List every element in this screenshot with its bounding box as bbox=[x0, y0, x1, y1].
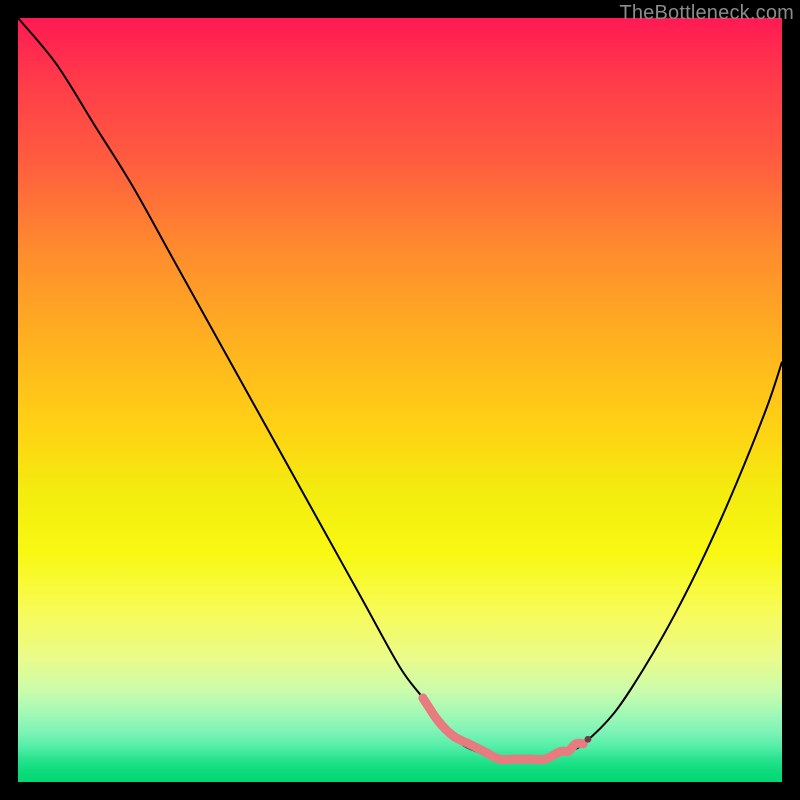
curve-group bbox=[18, 18, 782, 760]
bottleneck-curve bbox=[18, 18, 782, 760]
watermark-text: TheBottleneck.com bbox=[619, 2, 794, 25]
chart-stage: TheBottleneck.com bbox=[0, 0, 800, 800]
optimal-band bbox=[423, 698, 583, 760]
endpoint-dot bbox=[585, 736, 592, 743]
plot-area bbox=[18, 18, 782, 782]
curve-layer bbox=[18, 18, 782, 782]
